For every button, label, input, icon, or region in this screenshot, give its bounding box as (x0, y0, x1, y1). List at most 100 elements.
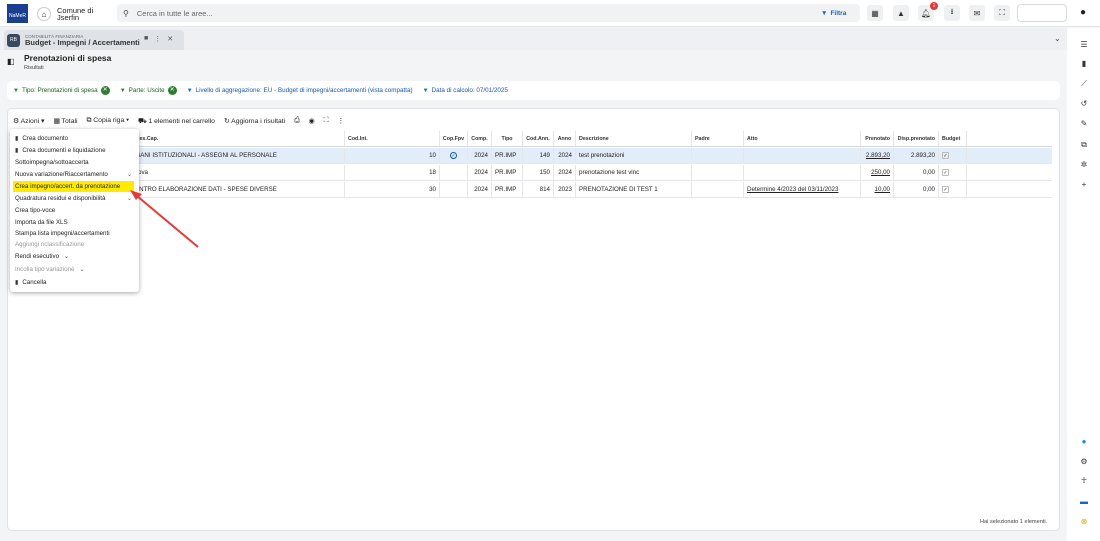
close-icon[interactable]: ✕ (167, 35, 173, 43)
more-icon[interactable]: ⋮ (337, 117, 344, 125)
tab-actions: ■ ⋮ ✕ (144, 35, 173, 43)
sidebar-toggle-icon[interactable]: ◧ (7, 57, 15, 66)
menu-item-crea-documento[interactable]: ▮ Crea documento (10, 133, 139, 144)
filter-button[interactable]: ▼ Filtra (821, 7, 859, 19)
cell-padre (692, 148, 744, 163)
cart-icon: ⛟ (137, 117, 147, 125)
totals-button[interactable]: ▦ Totali (53, 117, 77, 125)
warning-icon[interactable]: ▲ (893, 5, 909, 21)
filter-chip-parte[interactable]: ▼ Parte: Uscite ✕ (120, 86, 177, 95)
global-search-input[interactable]: ⚲ Cerca in tutte le aree... (117, 4, 860, 22)
col-budget[interactable]: Budget (939, 131, 967, 146)
cell-prenotato[interactable]: 2.893,20 (861, 148, 894, 163)
arrow-shaft (136, 195, 199, 248)
dashboard-icon[interactable]: ▦ (867, 5, 883, 21)
prenotato-link[interactable]: 250,00 (871, 169, 890, 176)
menu-item-label: Aggiungi riclassificazione (15, 241, 85, 248)
menu-item-label: Rendi esecutivo (15, 253, 60, 260)
col-codann[interactable]: Cod.Ann. (523, 131, 554, 146)
cell-comp: 2024 (468, 182, 492, 197)
cell-budget: ✓ (939, 182, 967, 197)
col-codint[interactable]: Cod.Int. (345, 131, 440, 146)
col-atto[interactable]: Atto (744, 131, 861, 146)
col-descrizione[interactable]: Descrizione (576, 131, 692, 146)
cell-budget: ✓ (939, 148, 967, 163)
table-row[interactable]: RGANI ISTITUZIONALI - ASSEGNI AL PERSONA… (10, 148, 1052, 164)
book-icon[interactable]: ▮ (1078, 59, 1090, 71)
actions-button[interactable]: ⚙ Azioni ▾ (13, 117, 44, 125)
mail-icon[interactable]: ✉ (969, 5, 985, 21)
col-padre[interactable]: Padre (692, 131, 744, 146)
help-icon[interactable]: ⊗ (1078, 517, 1090, 529)
cell-budget: ✓ (939, 165, 967, 180)
pin-icon[interactable]: ✎ (1078, 119, 1090, 131)
col-comp[interactable]: Comp. (468, 131, 492, 146)
cart-button[interactable]: ⛟ 1 elementi nel carrello (138, 117, 215, 126)
cell-padre (692, 165, 744, 180)
chat-icon[interactable]: ▬ (1078, 497, 1090, 509)
chevron-down-icon[interactable]: ⌄ (1054, 34, 1061, 43)
list-icon[interactable]: ☰ (1078, 40, 1090, 52)
cell-codint: 30 (345, 182, 440, 197)
prenotato-link[interactable]: 10,00 (875, 186, 890, 193)
filter-chip-livello[interactable]: ▼ Livello di aggregazione: EU - Budget di… (187, 87, 413, 94)
menu-item-crea-impegno-da-prenotazione[interactable]: Crea impegno/accert. da prenotazione (13, 181, 134, 192)
user-field[interactable] (1017, 4, 1067, 22)
cell-prenotato[interactable]: 10,00 (861, 182, 894, 197)
trend-icon[interactable]: ⟋ (1078, 79, 1090, 91)
menu-item-rendi-esecutivo[interactable]: Rendi esecutivo ⌄ (10, 251, 139, 262)
menu-item-stampa-lista[interactable]: Stampa lista impegni/accertamenti (10, 228, 139, 239)
filter-chip-data[interactable]: ▼ Data di calcolo: 07/01/2025 (423, 87, 508, 94)
menu-item-importa-xls[interactable]: Importa da file XLS (10, 217, 139, 228)
col-copfpv[interactable]: Cop.Fpv (440, 131, 468, 146)
menu-item-crea-tipo-voce[interactable]: Crea tipo-voce (10, 205, 139, 216)
download-icon[interactable]: ⭳ (944, 5, 960, 21)
cell-codann: 149 (523, 148, 554, 163)
trash-icon: ▮ (15, 280, 19, 286)
budget-checkbox: ✓ (942, 186, 949, 193)
organization-selector[interactable]: ⌂ Comune di Jserfin (37, 6, 99, 22)
user-account-icon[interactable]: ● (1080, 7, 1086, 18)
cell-comp: 2024 (468, 165, 492, 180)
print-icon[interactable]: ⎙ (294, 117, 299, 125)
table-row[interactable]: ova 18 2024 PR.IMP 150 2024 prenotazione… (10, 165, 1052, 181)
gear-icon[interactable]: ⚙ (1078, 457, 1090, 469)
atto-link[interactable]: Determine 4/2023 del 03/11/2023 (747, 186, 838, 193)
cell-atto[interactable]: Determine 4/2023 del 03/11/2023 (744, 182, 861, 197)
cell-prenotato[interactable]: 250,00 (861, 165, 894, 180)
filter-chip-tipo[interactable]: ▼ Tipo: Prenotazioni di spesa ✕ (13, 86, 110, 95)
refresh-button[interactable]: ↻ Aggiorna i risultati (224, 117, 285, 125)
bookmark-icon[interactable]: ■ (144, 35, 148, 43)
prenotato-link[interactable]: 2.893,20 (866, 152, 890, 159)
plus-icon[interactable]: + (1078, 180, 1090, 192)
remove-filter-icon[interactable]: ✕ (167, 86, 177, 95)
history-icon[interactable]: ↺ (1078, 99, 1090, 111)
cell-codint: 18 (345, 165, 440, 180)
accessibility-icon[interactable]: ☥ (1078, 476, 1090, 488)
col-tipo[interactable]: Tipo (492, 131, 523, 146)
expand-icon[interactable]: ⛶ (324, 117, 329, 125)
col-anno[interactable]: Anno (554, 131, 576, 146)
col-disp[interactable]: Disp.prenotato (894, 131, 939, 146)
copy-icon[interactable]: ⧉ (1078, 140, 1090, 152)
menu-item-quadratura[interactable]: Quadratura residui e disponibilità ⌄ (10, 193, 139, 204)
more-icon[interactable]: ⋮ (154, 35, 161, 43)
refresh-label: Aggiorna i risultati (231, 118, 286, 125)
location-icon[interactable]: ● (1078, 437, 1090, 449)
menu-item-label: Crea tipo-voce (15, 207, 56, 214)
logo-text: NaMeR (9, 13, 26, 19)
eye-icon[interactable]: ◉ (309, 117, 315, 125)
grid-header-row: ies.Cap. Cod.Int. Cop.Fpv Comp. Tipo Cod… (10, 131, 1052, 147)
fullscreen-icon[interactable]: ⛶ (994, 5, 1010, 21)
copy-row-button[interactable]: ⧉ Copia riga ▾ (87, 117, 129, 125)
cell-tipo: PR.IMP (492, 148, 523, 163)
menu-item-cancella[interactable]: ▮ Cancella (10, 277, 139, 288)
menu-item-crea-documenti-liquidazione[interactable]: ▮ Crea documenti e liquidazione (10, 145, 139, 156)
menu-item-nuova-variazione[interactable]: Nuova variazione/Riaccertamento ⌄ (10, 169, 139, 180)
menu-item-sottoimpegna[interactable]: Sottoimpegna/sottoaccerta (10, 157, 139, 168)
cell-anno: 2023 (554, 182, 576, 197)
col-prenotato[interactable]: Prenotato (861, 131, 894, 146)
app-logo[interactable]: NaMeR (7, 4, 28, 23)
remove-filter-icon[interactable]: ✕ (100, 86, 110, 95)
network-icon[interactable]: ✲ (1078, 160, 1090, 172)
